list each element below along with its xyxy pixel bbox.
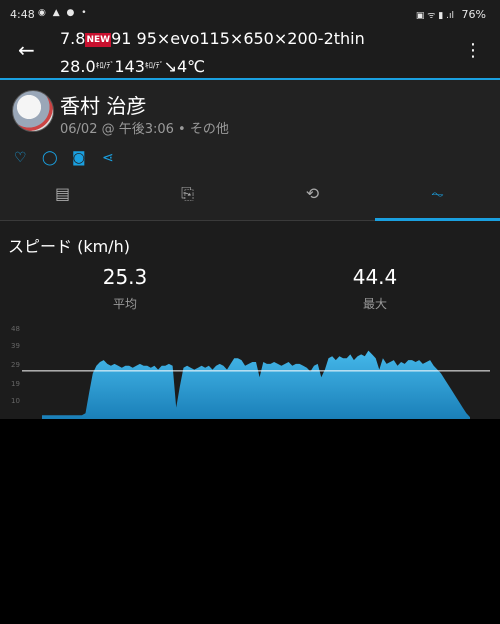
speed-area-series [42,350,470,419]
battery-percent: 76% [461,8,486,21]
profile-row: 香村 治彦 06/02 @ 午後3:06 • その他 [0,80,500,144]
new-badge: NEW [85,33,112,47]
status-bar: 4:48 ◉ ▲ ● • ▣ ᯤ ▮ .ıl 76% [0,0,500,26]
tab-charts[interactable]: ⏦ [375,174,500,220]
y-tick-label: 29 [11,361,20,369]
tab-overview[interactable]: ▤ [0,174,125,220]
action-row: ♡ ◯ ◙ ⋖ [0,144,500,174]
laps-icon: ⟲ [305,184,320,203]
y-tick-label: 39 [11,342,20,350]
tab-bar: ▤ ⎘ ⟲ ⏦ [0,174,500,222]
max-speed-value: 44.4 [352,265,398,289]
details-icon: ⎘ [181,184,194,203]
y-tick-label: 10 [11,397,20,405]
activity-meta: 06/02 @ 午後3:06 • その他 [60,122,229,137]
user-name[interactable]: 香村 治彦 [60,90,146,119]
more-menu-icon[interactable]: ⋮ [464,40,482,61]
title-suffix: 91 95×evo115×650×200-2thin [111,29,365,48]
status-time: 4:48 [10,8,35,21]
status-right: ▣ ᯤ ▮ .ıl 76% [416,8,486,21]
unit-1: ｷﾛ/ﾃﾞ [95,61,115,70]
camera-icon[interactable]: ◙ [72,150,86,166]
heart-icon[interactable]: ♡ [14,150,27,166]
title-prefix: 7.8 [60,29,86,48]
avg-speed-value: 25.3 [102,265,148,289]
app-bar: ← 7.8NEW91 95×evo115×650×200-2thin 28.0ｷ… [0,26,500,78]
arrow-icon: ↘ [163,57,177,76]
speed-title: スピード (km/h) [8,237,130,256]
unit-2: ｷﾛ/ﾃﾞ [144,61,164,70]
speed-panel: スピード (km/h) 25.3 平均 44.4 最大 48 39 29 19 10 [0,221,500,419]
tab-laps[interactable]: ⟲ [250,174,375,220]
notification-icons: ◉ ▲ ● • [38,8,89,18]
y-tick-label: 48 [11,325,20,333]
max-speed-label: 最大 [362,297,387,311]
charts-icon: ⏦ [430,184,445,203]
avatar[interactable] [12,90,54,132]
value-3: 4℃ [176,57,206,76]
system-icons: ▣ ᯤ ▮ .ıl [415,11,455,21]
overview-icon: ▤ [54,184,71,203]
activity-title: 7.8NEW91 95×evo115×650×200-2thin [60,29,365,48]
avg-speed-label: 平均 [112,297,137,311]
comment-icon[interactable]: ◯ [42,150,58,166]
value-2: 143 [114,57,145,76]
activity-subtitle: 28.0ｷﾛ/ﾃﾞ143ｷﾛ/ﾃﾞ↘4℃ [60,57,205,76]
speed-chart: 48 39 29 19 10 [11,325,490,419]
back-arrow-icon[interactable]: ← [18,38,35,62]
tab-details[interactable]: ⎘ [125,174,250,220]
y-tick-label: 19 [11,380,20,388]
value-1: 28.0 [60,57,96,76]
share-icon[interactable]: ⋖ [102,150,114,166]
